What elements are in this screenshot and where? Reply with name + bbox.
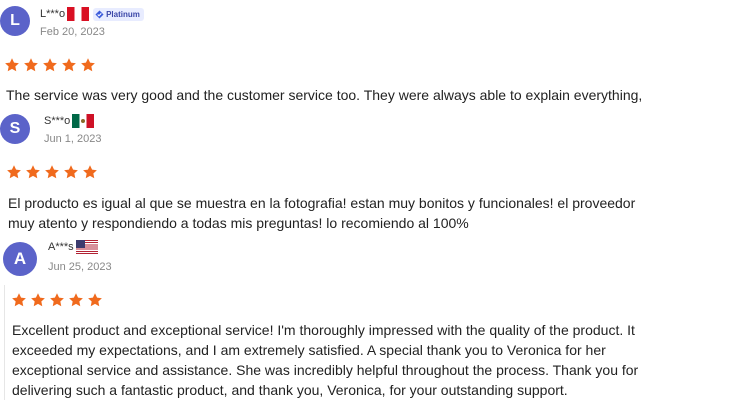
star-icon — [44, 164, 60, 180]
review-text: The service was very good and the custom… — [6, 85, 642, 105]
star-icon — [6, 164, 22, 180]
reviewer-row: A***s — [48, 240, 98, 254]
reviewer-name: S***o — [44, 115, 71, 127]
review-date: Jun 1, 2023 — [44, 133, 102, 145]
review-text-line: Excellent product and exceptional servic… — [12, 322, 635, 338]
star-rating — [11, 292, 106, 308]
review-date: Jun 25, 2023 — [48, 261, 112, 273]
star-icon — [30, 292, 46, 308]
star-icon — [4, 57, 20, 73]
star-icon — [25, 164, 41, 180]
avatar: L — [0, 6, 30, 36]
review-text-line: El producto es igual al que se muestra e… — [8, 195, 636, 211]
review-text-line: exceptional service and assistance. She … — [12, 362, 639, 378]
star-rating — [6, 164, 101, 180]
mexico-flag-icon — [72, 114, 95, 128]
platinum-badge: Platinum — [93, 7, 144, 21]
star-icon — [23, 57, 39, 73]
reviewer-row: S***o — [44, 114, 95, 128]
review-text: Excellent product and exceptional servic… — [12, 320, 638, 400]
reviewer-row: L***o Platinum — [40, 7, 144, 21]
star-icon — [63, 164, 79, 180]
avatar: S — [0, 114, 30, 144]
star-icon — [82, 164, 98, 180]
avatar: A — [3, 242, 37, 276]
review-text: El producto es igual al que se muestra e… — [8, 193, 635, 233]
star-rating — [4, 57, 99, 73]
reviewer-name: L***o — [40, 8, 66, 20]
review-text-line: delivering such a fantastic product, and… — [12, 382, 568, 398]
review-text-line: exceeded my expectations, and I am extre… — [12, 342, 606, 358]
star-icon — [61, 57, 77, 73]
star-icon — [11, 292, 27, 308]
review-date: Feb 20, 2023 — [40, 26, 105, 38]
thread-divider — [4, 285, 5, 400]
badge-label: Platinum — [106, 9, 140, 19]
star-icon — [87, 292, 103, 308]
peru-flag-icon — [67, 7, 90, 21]
star-icon — [80, 57, 96, 73]
review-text-line: The service was very good and the custom… — [6, 87, 643, 103]
usa-flag-icon — [75, 240, 98, 254]
reviewer-name: A***s — [48, 241, 74, 253]
review-text-line: muy atento y respondiendo a todas mis pr… — [8, 215, 469, 231]
star-icon — [68, 292, 84, 308]
verified-diamond-icon — [95, 9, 104, 19]
star-icon — [42, 57, 58, 73]
star-icon — [49, 292, 65, 308]
